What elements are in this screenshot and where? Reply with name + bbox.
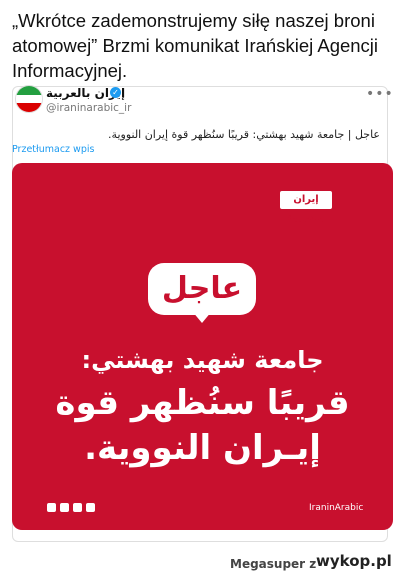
post-headline: „Wkrótce zademonstrujemy siłę naszej bro…	[12, 10, 379, 81]
social-icon	[73, 503, 82, 512]
account-handle[interactable]: @iraninarabic_ir	[46, 102, 131, 114]
social-icons	[47, 503, 95, 512]
tweet-media-image[interactable]: إيران بالعربية عاجل جامعة شهيد بهشتي: قر…	[12, 163, 393, 530]
breaking-badge: عاجل	[148, 263, 256, 315]
media-brand: IraninArabic	[309, 503, 364, 513]
wykop-logo[interactable]: wykop.pl	[316, 552, 392, 570]
footer-user: Megasuper z	[230, 557, 316, 571]
more-options-icon[interactable]: •••	[366, 86, 393, 102]
badge-tail	[192, 311, 212, 323]
media-logo: إيران بالعربية	[280, 191, 332, 223]
media-line-1: جامعة شهيد بهشتي:	[81, 346, 324, 374]
social-icon	[60, 503, 69, 512]
avatar[interactable]	[15, 85, 43, 113]
translate-link[interactable]: Przetłumacz wpis	[12, 144, 94, 155]
media-line-3: إيـران النووية.	[84, 428, 321, 468]
tweet-text: عاجل | جامعة شهيد بهشتي: قريبًا سنُظهر ق…	[108, 128, 380, 141]
social-icon	[47, 503, 56, 512]
verified-icon: ✓	[110, 87, 121, 98]
social-icon	[86, 503, 95, 512]
footer-username: Megasuper	[230, 557, 306, 571]
media-line-2: قريبًا سنُظهر قوة	[55, 383, 350, 423]
